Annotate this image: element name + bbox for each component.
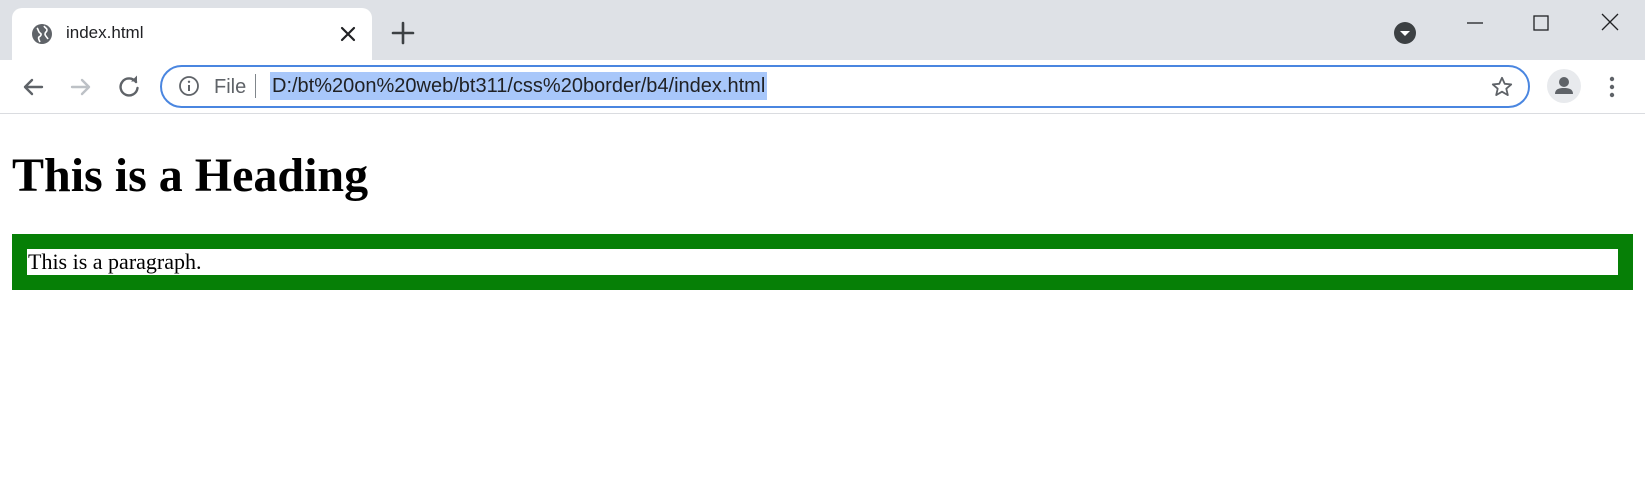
close-icon[interactable] [336, 22, 360, 46]
chevron-down-circle-icon[interactable] [1393, 21, 1417, 45]
reload-icon[interactable] [114, 72, 144, 102]
tab-index-html[interactable]: index.html [12, 8, 372, 60]
arrow-left-icon[interactable] [18, 72, 48, 102]
kebab-menu-icon[interactable] [1598, 72, 1626, 102]
url-text[interactable]: D:/bt%20on%20web/bt311/css%20border/b4/i… [270, 72, 768, 100]
address-bar[interactable]: File D:/bt%20on%20web/bt311/css%20border… [160, 65, 1530, 108]
arrow-right-icon[interactable] [66, 72, 96, 102]
browser-toolbar: File D:/bt%20on%20web/bt311/css%20border… [0, 60, 1645, 114]
omnibox-separator [255, 74, 256, 98]
globe-icon [32, 24, 52, 44]
star-icon[interactable] [1490, 75, 1514, 99]
url-scheme-label: File [214, 76, 247, 98]
page-content: This is a Heading This is a paragraph. [0, 115, 1645, 480]
info-icon[interactable] [178, 75, 200, 97]
profile-button[interactable] [1547, 69, 1581, 103]
tab-title: index.html [66, 23, 144, 42]
plus-icon[interactable] [390, 20, 416, 46]
tab-strip: index.html [0, 0, 1645, 60]
bordered-paragraph: This is a paragraph. [12, 234, 1633, 290]
paragraph-text: This is a paragraph. [28, 249, 202, 274]
maximize-icon[interactable] [1526, 8, 1556, 38]
window-close-icon[interactable] [1594, 6, 1626, 38]
page-heading: This is a Heading [12, 149, 369, 202]
person-icon [1555, 77, 1573, 94]
minimize-icon[interactable] [1460, 8, 1490, 38]
